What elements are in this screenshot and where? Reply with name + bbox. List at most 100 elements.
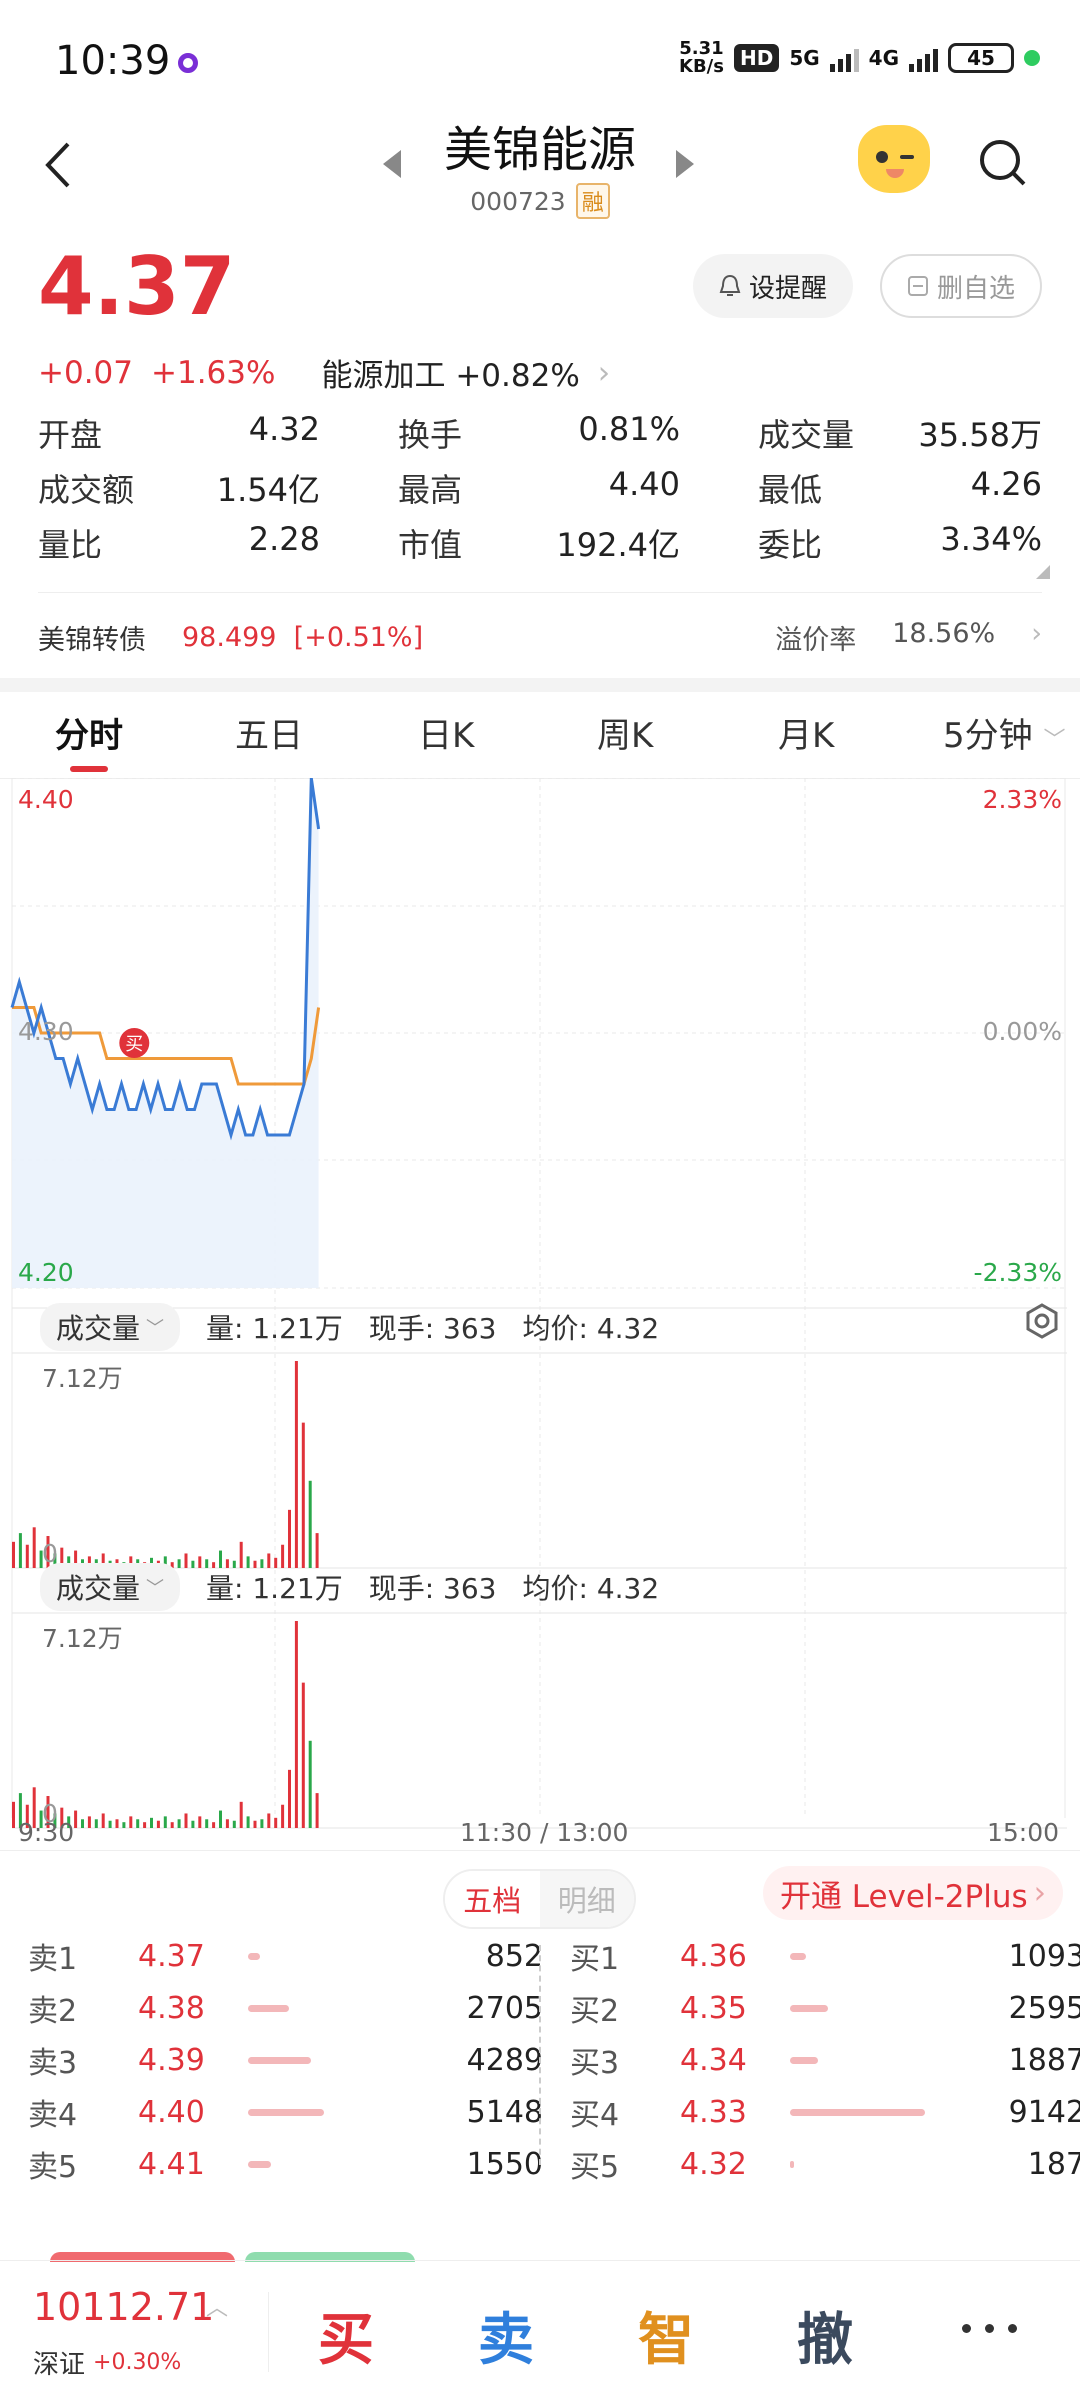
- level2-upgrade-button[interactable]: 开通 Level-2Plus ›: [763, 1866, 1063, 1920]
- level-qty: 1093: [1008, 1938, 1080, 1974]
- order-book-row[interactable]: 卖4 4.40 5148: [28, 2086, 543, 2138]
- order-book-row[interactable]: 买5 4.32 187: [570, 2138, 1080, 2190]
- order-book-row[interactable]: 卖2 4.38 2705: [28, 1982, 543, 2034]
- order-book-row[interactable]: 买1 4.36 1093: [570, 1930, 1080, 1982]
- volume-bar-track: [248, 2108, 398, 2116]
- tab-intraday[interactable]: 分时: [55, 708, 123, 757]
- pct-axis-mid-label: 0.00%: [983, 1017, 1062, 1046]
- margin-badge: 融: [575, 183, 610, 219]
- volume-bar: [184, 1813, 188, 1828]
- set-alert-button[interactable]: 设提醒: [693, 254, 853, 318]
- order-book-row[interactable]: 买2 4.35 2595: [570, 1982, 1080, 2034]
- order-book-row[interactable]: 买3 4.34 1887: [570, 2034, 1080, 2086]
- expand-corner-icon[interactable]: [1036, 565, 1050, 579]
- privacy-dot-icon: [1024, 50, 1040, 66]
- order-book-tabs: 五档 明细: [443, 1869, 636, 1929]
- volume-bar: [246, 1816, 250, 1828]
- volume-bar: [108, 1820, 112, 1828]
- stat-cell: 量比 2.28: [38, 520, 320, 566]
- volume-label: 量: 1.21万: [206, 1312, 343, 1345]
- level-label: 卖3: [28, 2046, 78, 2081]
- volume-bar: [32, 1527, 36, 1568]
- level-label: 买4: [570, 2098, 620, 2133]
- level-label: 卖1: [28, 1942, 78, 1977]
- signal-5g-icon: [829, 44, 859, 72]
- more-icon[interactable]: [962, 2324, 1017, 2333]
- status-time: 10:39: [55, 38, 171, 84]
- mascot-icon[interactable]: [858, 125, 930, 193]
- stats-row: 成交额 1.54亿 最高 4.40 最低 4.26: [38, 460, 1042, 515]
- index-value[interactable]: 10112.71: [33, 2285, 214, 2329]
- section-separator: [0, 678, 1080, 692]
- bond-value: 98.499 [+0.51%]: [182, 622, 423, 653]
- chevron-up-icon: ︿: [206, 2296, 229, 2321]
- settings-gear-icon[interactable]: [1024, 1303, 1060, 1339]
- level-qty: 1887: [1008, 2042, 1080, 2078]
- order-book-row[interactable]: 卖1 4.37 852: [28, 1930, 543, 1982]
- volume-label: 量: 1.21万: [206, 1572, 343, 1605]
- level-price: 4.39: [138, 2042, 205, 2078]
- volume-bar-track: [248, 2004, 398, 2012]
- level-label: 卖5: [28, 2150, 78, 2185]
- battery-icon: 45: [948, 43, 1014, 73]
- search-icon[interactable]: [978, 138, 1028, 188]
- volume-bar: [129, 1816, 133, 1828]
- volume-bar: [177, 1819, 181, 1828]
- tab-weekly-k[interactable]: 周K: [597, 708, 653, 757]
- volume-bar: [87, 1816, 91, 1828]
- buy-button[interactable]: 买: [318, 2295, 374, 2376]
- change-row: +0.07 +1.63% 能源加工 +0.82% ›: [38, 350, 610, 395]
- level-label: 买1: [570, 1942, 620, 1977]
- volume-bar-track: [790, 2004, 940, 2012]
- current-price: 4.37: [38, 240, 236, 333]
- tab-five-minute[interactable]: 5分钟 ﹀: [943, 708, 1065, 757]
- stat-label: 换手: [398, 415, 463, 454]
- chevron-down-icon: ﹀: [1043, 728, 1066, 753]
- sector-link[interactable]: 能源加工 +0.82%: [321, 350, 579, 395]
- indicator-selector[interactable]: 成交量 ﹀: [40, 1563, 181, 1611]
- tab-details[interactable]: 明细: [539, 1871, 634, 1927]
- chevron-right-icon: ›: [1033, 1875, 1047, 1911]
- pct-axis-bottom-label: -2.33%: [974, 1258, 1062, 1287]
- volume-bar: [248, 2160, 271, 2168]
- level-price: 4.40: [138, 2094, 205, 2130]
- volume-bar: [281, 1804, 285, 1828]
- tab-monthly-k[interactable]: 月K: [778, 708, 834, 757]
- volume-bar: [308, 1740, 312, 1828]
- level-price: 4.37: [138, 1938, 205, 1974]
- remove-watchlist-button[interactable]: 删自选: [880, 254, 1042, 318]
- level-label: 卖4: [28, 2098, 78, 2133]
- tab-five-day[interactable]: 五日: [235, 708, 303, 757]
- order-book-row[interactable]: 卖5 4.41 1550: [28, 2138, 543, 2190]
- volume-bar: [150, 1817, 153, 1828]
- indicator-selector[interactable]: 成交量 ﹀: [40, 1303, 181, 1351]
- sell-button[interactable]: 卖: [478, 2295, 534, 2376]
- volume-bar: [790, 2004, 828, 2012]
- bid-levels: 买1 4.36 1093 买2 4.35 2595 买3 4.34 1887 买4 4.33 9142…: [570, 1930, 1080, 2190]
- tab-daily-k[interactable]: 日K: [418, 708, 474, 757]
- premium-value: 18.56%: [892, 618, 996, 649]
- chevron-down-icon: ﹀: [146, 1578, 165, 1599]
- smart-button[interactable]: 智: [638, 2295, 694, 2376]
- level-price: 4.34: [680, 2042, 747, 2078]
- volume-bar: [219, 1810, 222, 1828]
- volume-header-1: 成交量 ﹀ 量: 1.21万 现手: 363 均价: 4.32: [40, 1303, 659, 1351]
- tab-five-levels[interactable]: 五档: [445, 1871, 540, 1927]
- level-qty: 187: [1027, 2146, 1080, 2182]
- volume-max-label: 7.12万: [42, 1364, 123, 1393]
- volume-bar: [288, 1509, 291, 1568]
- volume-bar: [74, 1810, 78, 1828]
- net-5g-label: 5G: [789, 46, 820, 70]
- time-axis-mid: 11:30 / 13:00: [460, 1818, 629, 1847]
- sector-pct: +0.82%: [455, 358, 580, 394]
- order-book-row[interactable]: 买4 4.33 9142: [570, 2086, 1080, 2138]
- time-axis-start: 9:30: [18, 1818, 75, 1847]
- level-qty: 1550: [466, 2146, 543, 2182]
- level-price: 4.33: [680, 2094, 747, 2130]
- order-book-divider: [539, 1945, 541, 2165]
- convertible-bond-row[interactable]: 美锦转债 98.499 [+0.51%] 溢价率 18.56% ›: [38, 618, 1042, 657]
- order-book-row[interactable]: 卖3 4.39 4289: [28, 2034, 543, 2086]
- stat-label: 成交量: [758, 415, 855, 454]
- volume-bar: [253, 1820, 257, 1828]
- cancel-order-button[interactable]: 撤: [797, 2295, 853, 2376]
